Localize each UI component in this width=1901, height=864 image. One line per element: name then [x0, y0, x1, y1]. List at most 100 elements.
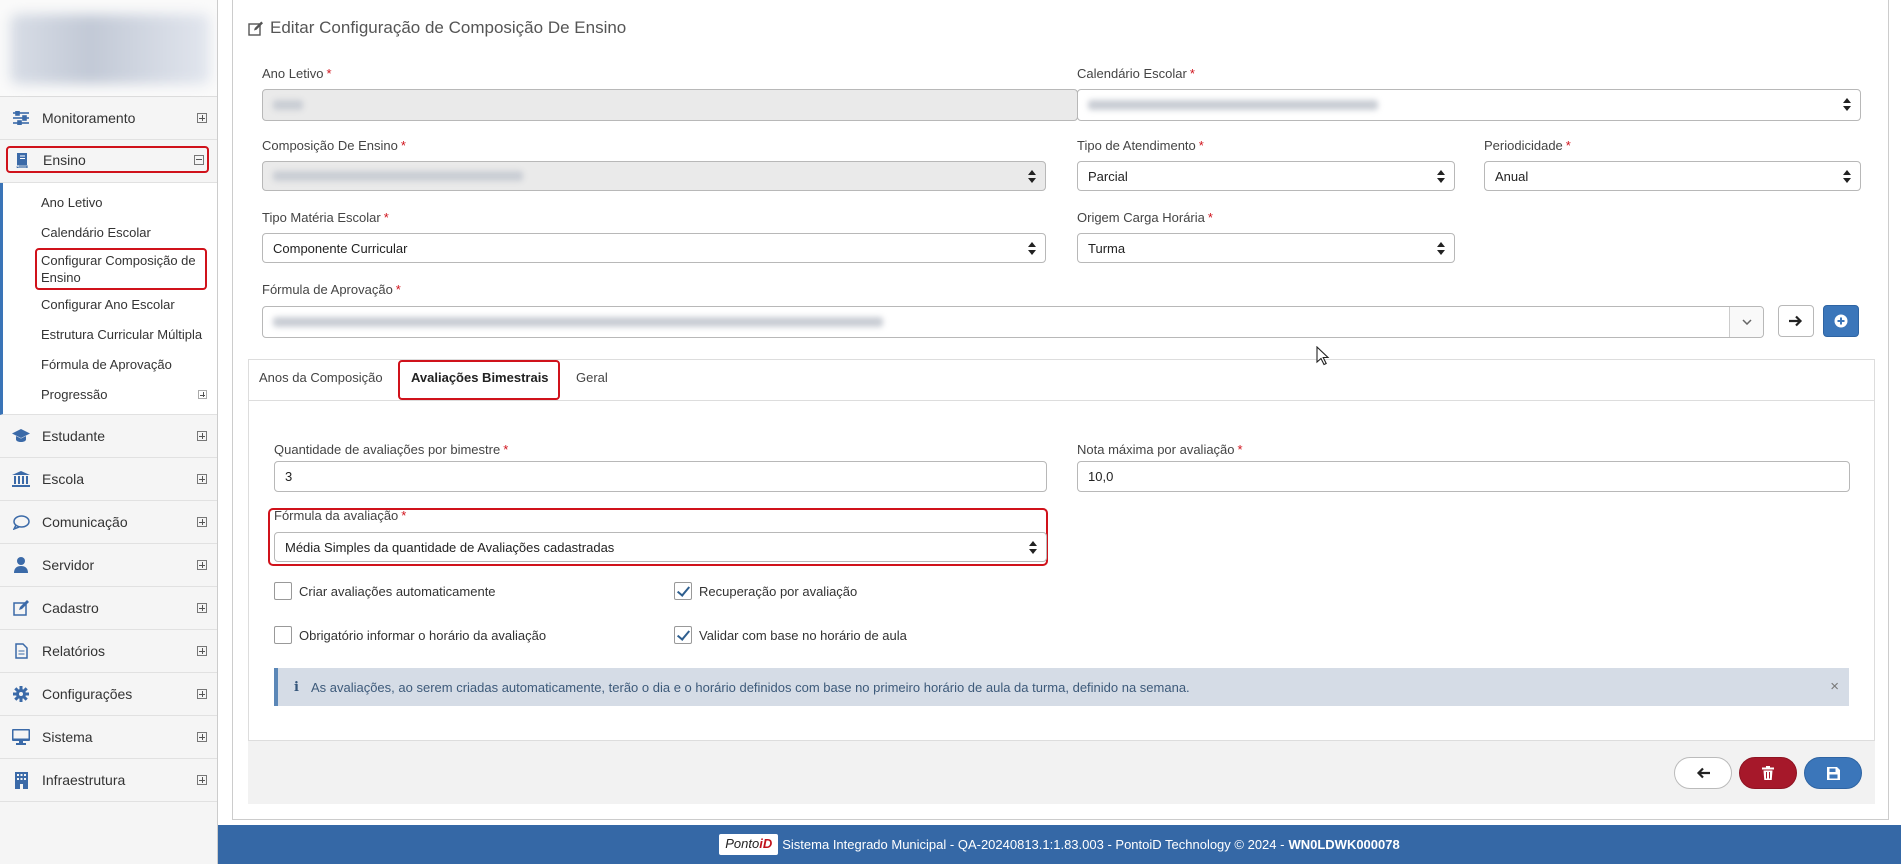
- book-icon: [13, 151, 31, 169]
- validar-horario-checkbox[interactable]: [674, 626, 692, 644]
- sidebar-item-estudante[interactable]: Estudante: [0, 415, 217, 458]
- page-title-text: Editar Configuração de Composição De Ens…: [270, 18, 627, 37]
- logo-text-b: iD: [759, 836, 773, 851]
- graduation-cap-icon: [12, 427, 30, 445]
- required-mark: *: [326, 66, 332, 81]
- mouse-cursor-icon: [1316, 346, 1330, 366]
- expand-icon[interactable]: [197, 689, 207, 699]
- origem-carga-select[interactable]: Turma: [1077, 233, 1455, 263]
- formula-aprovacao-label: Fórmula de Aprovação *: [262, 282, 401, 297]
- trash-icon: [1762, 766, 1774, 780]
- periodicidade-label: Periodicidade *: [1484, 138, 1571, 153]
- composicao-ensino-label: Composição De Ensino *: [262, 138, 406, 153]
- submenu-item-progressao[interactable]: Progressão: [3, 380, 217, 410]
- periodicidade-select[interactable]: Anual: [1484, 161, 1861, 191]
- close-icon[interactable]: ×: [1830, 678, 1839, 695]
- sidebar-item-monitoramento[interactable]: Monitoramento: [0, 97, 217, 140]
- tipo-atendimento-select[interactable]: Parcial: [1077, 161, 1455, 191]
- label-text: Ano Letivo: [262, 66, 324, 81]
- collapse-icon[interactable]: [194, 154, 204, 165]
- input-value: 3: [285, 469, 293, 484]
- select-value: Componente Curricular: [273, 240, 408, 256]
- criar-avaliacoes-checkbox[interactable]: [274, 582, 292, 600]
- required-mark: *: [383, 210, 389, 225]
- sidebar: Monitoramento Ensino Ano Letivo Calendár…: [0, 0, 218, 864]
- composicao-ensino-select[interactable]: [262, 161, 1046, 191]
- footer-text: Sistema Integrado Municipal - QA-2024081…: [782, 837, 1285, 852]
- calendario-escolar-label: Calendário Escolar *: [1077, 66, 1195, 81]
- chat-icon: [12, 513, 30, 531]
- expand-icon[interactable]: [197, 560, 207, 570]
- formula-avaliacao-select[interactable]: Média Simples da quantidade de Avaliaçõe…: [274, 532, 1047, 562]
- select-arrows-icon: [1028, 170, 1036, 183]
- go-to-formula-button[interactable]: [1778, 305, 1814, 337]
- dropdown-toggle[interactable]: [1729, 307, 1763, 337]
- page-title: Editar Configuração de Composição De Ens…: [248, 18, 626, 38]
- sidebar-item-label: Estudante: [42, 428, 106, 444]
- delete-button[interactable]: [1739, 757, 1797, 789]
- expand-icon[interactable]: [197, 775, 207, 785]
- tipo-materia-label: Tipo Matéria Escolar *: [262, 210, 389, 225]
- submenu-item-calendario-escolar[interactable]: Calendário Escolar: [3, 218, 217, 248]
- formula-aprovacao-combobox[interactable]: [262, 306, 1764, 338]
- recuperacao-checkbox[interactable]: [674, 582, 692, 600]
- expand-icon[interactable]: [197, 646, 207, 656]
- tab-avaliacoes-bimestrais[interactable]: Avaliações Bimestrais: [411, 370, 549, 385]
- label-text: Periodicidade: [1484, 138, 1563, 153]
- tipo-materia-select[interactable]: Componente Curricular: [262, 233, 1046, 263]
- footer-machine-id: WN0LDWK000078: [1288, 837, 1400, 852]
- submenu-item-ano-letivo[interactable]: Ano Letivo: [3, 188, 217, 218]
- action-bar: [248, 741, 1875, 804]
- edit-icon: [248, 21, 264, 36]
- expand-icon[interactable]: [197, 517, 207, 527]
- expand-icon[interactable]: [197, 732, 207, 742]
- submenu-item-configurar-composicao[interactable]: Configurar Composição de Ensino: [35, 248, 207, 290]
- sidebar-item-servidor[interactable]: Servidor: [0, 544, 217, 587]
- submenu-item-estrutura-curricular[interactable]: Estrutura Curricular Múltipla: [3, 320, 217, 350]
- select-arrows-icon: [1843, 170, 1851, 183]
- sidebar-item-comunicacao[interactable]: Comunicação: [0, 501, 217, 544]
- tab-anos-composicao[interactable]: Anos da Composição: [259, 370, 383, 385]
- sidebar-item-infraestrutura[interactable]: Infraestrutura: [0, 759, 217, 802]
- label-text: Tipo Matéria Escolar: [262, 210, 381, 225]
- label-text: Tipo de Atendimento: [1077, 138, 1196, 153]
- label-text: Fórmula da avaliação: [274, 508, 399, 523]
- label-text: Nota máxima por avaliação: [1077, 442, 1235, 457]
- expand-icon[interactable]: [197, 431, 207, 441]
- tab-geral[interactable]: Geral: [576, 370, 608, 385]
- ano-letivo-field[interactable]: [262, 89, 1078, 121]
- calendario-escolar-select[interactable]: [1077, 89, 1861, 121]
- sidebar-item-relatorios[interactable]: Relatórios: [0, 630, 217, 673]
- info-icon: i: [294, 679, 299, 695]
- sliders-icon: [12, 109, 30, 127]
- monitor-icon: [12, 728, 30, 746]
- quantidade-avaliacoes-input[interactable]: 3: [274, 461, 1047, 492]
- sidebar-item-label: Cadastro: [42, 600, 99, 616]
- status-footer: PontoiD Sistema Integrado Municipal - QA…: [218, 825, 1901, 864]
- tab-bar: Anos da Composição Avaliações Bimestrais…: [249, 360, 1874, 401]
- nota-maxima-input[interactable]: 10,0: [1077, 461, 1850, 492]
- sidebar-item-cadastro[interactable]: Cadastro: [0, 587, 217, 630]
- obrigatorio-horario-checkbox[interactable]: [274, 626, 292, 644]
- expand-icon[interactable]: [197, 474, 207, 484]
- save-button[interactable]: [1804, 757, 1862, 789]
- sidebar-item-label: Comunicação: [42, 514, 128, 530]
- sidebar-item-configuracoes[interactable]: Configurações: [0, 673, 217, 716]
- sidebar-item-escola[interactable]: Escola: [0, 458, 217, 501]
- plus-circle-icon: [1834, 314, 1848, 328]
- submenu-item-configurar-ano-escolar[interactable]: Configurar Ano Escolar: [3, 290, 217, 320]
- expand-icon[interactable]: [197, 603, 207, 613]
- form-panel: Editar Configuração de Composição De Ens…: [232, 0, 1889, 820]
- input-value: 10,0: [1088, 469, 1114, 484]
- add-formula-button[interactable]: [1823, 305, 1859, 337]
- required-mark: *: [395, 282, 401, 297]
- arrow-left-icon: [1696, 767, 1710, 779]
- sidebar-item-sistema[interactable]: Sistema: [0, 716, 217, 759]
- sidebar-item-ensino[interactable]: Ensino: [6, 146, 209, 173]
- back-button[interactable]: [1674, 757, 1732, 789]
- submenu-item-formula-aprovacao[interactable]: Fórmula de Aprovação: [3, 350, 217, 380]
- origem-carga-label: Origem Carga Horária *: [1077, 210, 1213, 225]
- validar-horario-label: Validar com base no horário de aula: [699, 628, 907, 643]
- expand-icon[interactable]: [197, 113, 207, 123]
- expand-icon[interactable]: [198, 390, 207, 399]
